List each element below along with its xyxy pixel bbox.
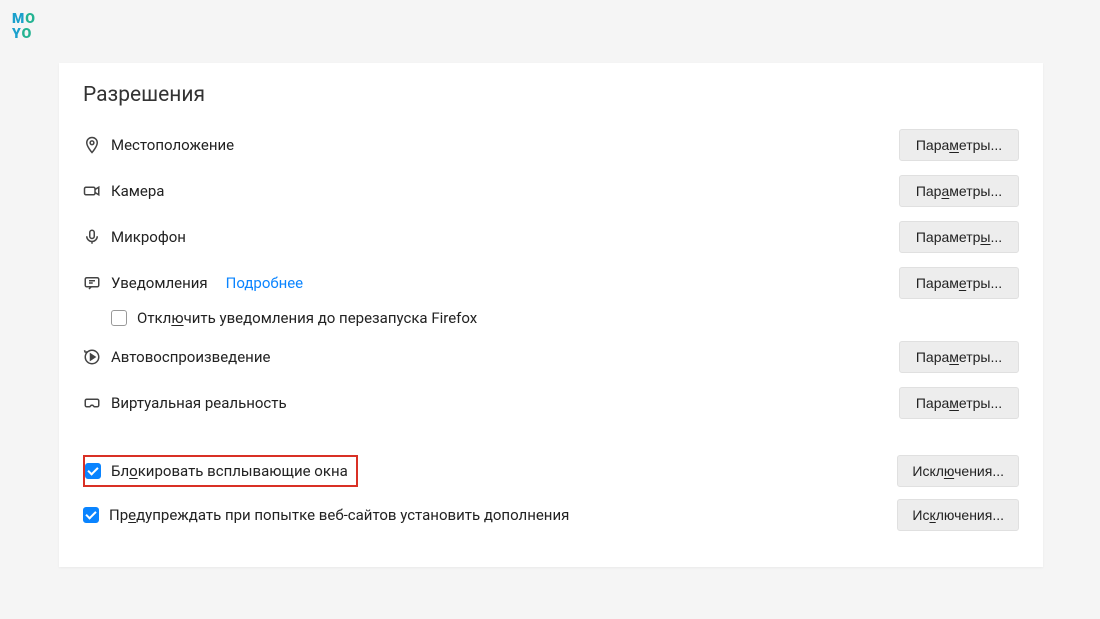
autoplay-icon	[83, 348, 101, 366]
block-popup-highlight: Блокировать всплывающие окна	[83, 455, 358, 487]
vr-icon	[83, 394, 101, 412]
notifications-disable-checkbox[interactable]	[111, 310, 127, 326]
notifications-icon	[83, 274, 101, 292]
moyo-logo: MO YO	[12, 12, 36, 41]
notifications-label: Уведомления	[111, 274, 208, 292]
autoplay-row: Автовоспроизведение Параметры...	[83, 337, 1019, 377]
camera-settings-button[interactable]: Параметры...	[899, 175, 1019, 207]
warn-addons-label: Предупреждать при попытке веб-сайтов уст…	[109, 506, 569, 524]
camera-label: Камера	[111, 182, 164, 200]
notifications-disable-row: Отключить уведомления до перезапуска Fir…	[83, 309, 1019, 327]
location-label: Местоположение	[111, 136, 234, 154]
vr-label: Виртуальная реальность	[111, 394, 287, 412]
camera-row: Камера Параметры...	[83, 171, 1019, 211]
microphone-icon	[83, 228, 101, 246]
block-popup-row: Блокировать всплывающие окна Исключения.…	[83, 451, 1019, 491]
camera-icon	[83, 182, 101, 200]
autoplay-settings-button[interactable]: Параметры...	[899, 341, 1019, 373]
block-popup-checkbox[interactable]	[85, 463, 101, 479]
autoplay-label: Автовоспроизведение	[111, 348, 270, 366]
warn-addons-row: Предупреждать при попытке веб-сайтов уст…	[83, 495, 1019, 535]
block-section: Блокировать всплывающие окна Исключения.…	[83, 451, 1019, 535]
permissions-title: Разрешения	[83, 83, 1019, 107]
notifications-settings-button[interactable]: Параметры...	[899, 267, 1019, 299]
permissions-panel: Разрешения Местоположение Параметры... К…	[59, 63, 1043, 567]
microphone-row: Микрофон Параметры...	[83, 217, 1019, 257]
notifications-disable-label: Отключить уведомления до перезапуска Fir…	[137, 309, 477, 327]
microphone-label: Микрофон	[111, 228, 186, 246]
warn-addons-checkbox[interactable]	[83, 507, 99, 523]
microphone-settings-button[interactable]: Параметры...	[899, 221, 1019, 253]
block-popup-exceptions-button[interactable]: Исключения...	[897, 455, 1019, 487]
block-popup-label: Блокировать всплывающие окна	[111, 462, 348, 480]
location-row: Местоположение Параметры...	[83, 125, 1019, 165]
location-settings-button[interactable]: Параметры...	[899, 129, 1019, 161]
vr-settings-button[interactable]: Параметры...	[899, 387, 1019, 419]
notifications-row: Уведомления Подробнее Параметры...	[83, 263, 1019, 303]
warn-addons-exceptions-button[interactable]: Исключения...	[897, 499, 1019, 531]
location-icon	[83, 136, 101, 154]
vr-row: Виртуальная реальность Параметры...	[83, 383, 1019, 423]
notifications-learn-more-link[interactable]: Подробнее	[226, 274, 304, 292]
